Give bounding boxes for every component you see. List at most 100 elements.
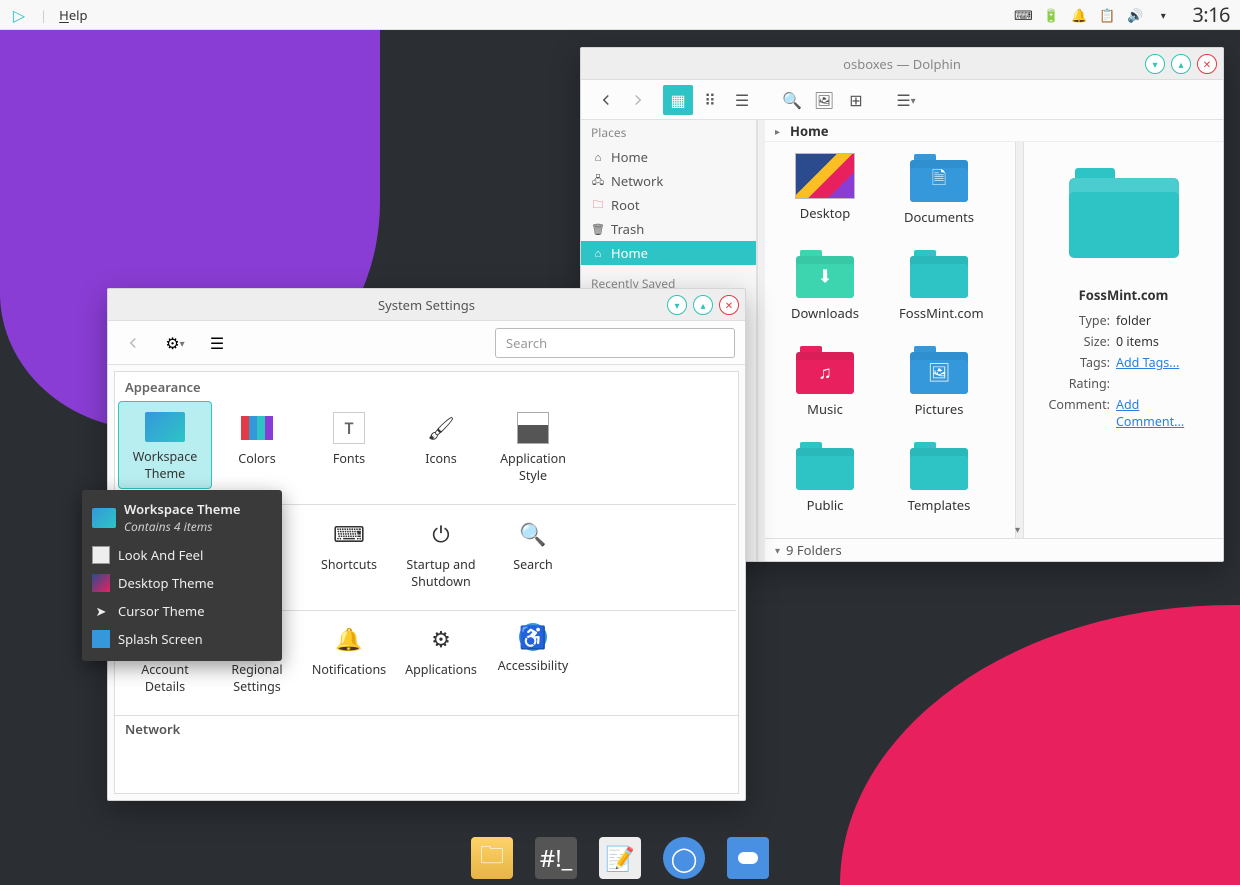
places-header: Places bbox=[581, 120, 756, 145]
workspace-theme-item[interactable]: Workspace Theme bbox=[119, 402, 211, 488]
info-panel: FossMint.com Type: folder Size: 0 items … bbox=[1023, 142, 1223, 538]
sidebar-item-trash[interactable]: 🗑Trash bbox=[581, 217, 756, 241]
sidebar-item-home-selected[interactable]: ⌂Home bbox=[581, 241, 756, 265]
file-icon-view[interactable]: Desktop 🗎 Documents ⬇ Downloads bbox=[765, 142, 1015, 538]
dolphin-statusbar: ▾ 9 Folders bbox=[765, 538, 1223, 561]
lookfeel-icon bbox=[92, 546, 110, 564]
tooltip-item-lookfeel[interactable]: Look And Feel bbox=[82, 541, 282, 569]
back-button[interactable] bbox=[118, 328, 148, 358]
trash-icon: 🗑 bbox=[591, 222, 605, 236]
view-icons-button[interactable]: ▦ bbox=[663, 85, 693, 115]
minimize-button[interactable]: ▾ bbox=[667, 295, 687, 315]
info-comment-label: Comment: bbox=[1040, 396, 1110, 430]
folder-templates[interactable]: Templates bbox=[899, 442, 979, 514]
info-size-value: 0 items bbox=[1116, 333, 1207, 350]
tooltip-item-splash[interactable]: Splash Screen bbox=[82, 625, 282, 653]
shortcuts-icon: ⌨ bbox=[333, 518, 365, 550]
colors-item[interactable]: Colors bbox=[211, 402, 303, 488]
sidebar-item-home[interactable]: ⌂Home bbox=[581, 145, 756, 169]
apps-icon: ⚙ bbox=[425, 623, 457, 655]
appstyle-item[interactable]: Application Style bbox=[487, 402, 579, 488]
desktop-theme-icon bbox=[92, 574, 110, 592]
config-button[interactable]: ⚙▾ bbox=[160, 328, 190, 358]
split-button[interactable]: ⊞ bbox=[841, 85, 871, 115]
folder-icon: ⬇ bbox=[796, 250, 854, 298]
tooltip-item-desktop-theme[interactable]: Desktop Theme bbox=[82, 569, 282, 597]
splash-icon bbox=[92, 630, 110, 648]
icons-item[interactable]: 🖌 Icons bbox=[395, 402, 487, 488]
help-menu[interactable]: Help bbox=[59, 6, 87, 24]
minimize-button[interactable]: ▾ bbox=[1145, 54, 1165, 74]
info-size-label: Size: bbox=[1040, 333, 1110, 350]
view-compact-button[interactable]: ⠿ bbox=[695, 85, 725, 115]
top-panel: ▷ | Help ⌨ 🔋 🔔 📋 🔊 ▾ 3:16 bbox=[0, 0, 1240, 30]
search-button[interactable]: 🔍 bbox=[777, 85, 807, 115]
appstyle-icon bbox=[517, 412, 549, 444]
folder-icon: 🗎 bbox=[910, 154, 968, 202]
notifications-item[interactable]: 🔔 Notifications bbox=[303, 613, 395, 699]
maximize-button[interactable]: ▴ bbox=[1171, 54, 1191, 74]
workspace-theme-tooltip: Workspace Theme Contains 4 items Look An… bbox=[82, 490, 282, 661]
close-button[interactable]: ✕ bbox=[1197, 54, 1217, 74]
notifications-icon[interactable]: 🔔 bbox=[1070, 6, 1088, 24]
folder-documents[interactable]: 🗎 Documents bbox=[899, 154, 979, 226]
menu-button[interactable]: ☰▾ bbox=[891, 85, 921, 115]
dolphin-toolbar: ▦ ⠿ ☰ 🔍 🖼 ⊞ ☰▾ bbox=[581, 80, 1223, 120]
settings-titlebar[interactable]: System Settings ▾ ▴ ✕ bbox=[108, 289, 745, 321]
menu-button[interactable]: ☰ bbox=[202, 328, 232, 358]
dock-files[interactable]: 🗀 bbox=[471, 837, 513, 879]
view-details-button[interactable]: ☰ bbox=[727, 85, 757, 115]
info-title: FossMint.com bbox=[1079, 286, 1169, 304]
folder-desktop[interactable]: Desktop bbox=[785, 154, 865, 226]
sidebar-item-network[interactable]: 🖧Network bbox=[581, 169, 756, 193]
a11y-item[interactable]: ♿ Accessibility bbox=[487, 613, 579, 699]
dock-kate[interactable]: 📝 bbox=[599, 837, 641, 879]
dock-browser[interactable]: ◯ bbox=[663, 837, 705, 879]
folder-icon bbox=[910, 250, 968, 298]
folder-downloads[interactable]: ⬇ Downloads bbox=[785, 250, 865, 322]
dock: 🗀 #!_ 📝 ◯ bbox=[471, 837, 769, 885]
folder-public[interactable]: Public bbox=[785, 442, 865, 514]
folder-pictures[interactable]: 🖼 Pictures bbox=[899, 346, 979, 418]
folder-icon: ♫ bbox=[796, 346, 854, 394]
home-icon: ⌂ bbox=[591, 246, 605, 260]
close-button[interactable]: ✕ bbox=[719, 295, 739, 315]
dock-settings[interactable] bbox=[727, 837, 769, 879]
accessibility-icon: ♿ bbox=[519, 623, 547, 651]
clock[interactable]: 3:16 bbox=[1192, 1, 1230, 28]
tray-expand-icon[interactable]: ▾ bbox=[1154, 6, 1172, 24]
folder-fossmint[interactable]: FossMint.com bbox=[899, 250, 979, 322]
sidebar-item-root[interactable]: 🗀Root bbox=[581, 193, 756, 217]
folder-icon bbox=[910, 442, 968, 490]
icons-icon: 🖌 bbox=[425, 412, 457, 444]
fonts-icon: T bbox=[333, 412, 365, 444]
info-rating-value[interactable] bbox=[1116, 375, 1207, 392]
breadcrumb[interactable]: ▸ Home bbox=[765, 120, 1223, 142]
search-item[interactable]: 🔍 Search bbox=[487, 508, 579, 594]
add-comment-link[interactable]: Add Comment... bbox=[1116, 396, 1207, 430]
dock-terminal[interactable]: #!_ bbox=[535, 837, 577, 879]
search-input[interactable]: Search bbox=[495, 328, 735, 358]
preview-button[interactable]: 🖼 bbox=[809, 85, 839, 115]
app-launcher-icon[interactable]: ▷ bbox=[10, 6, 28, 24]
dolphin-titlebar[interactable]: osboxes — Dolphin ▾ ▴ ✕ bbox=[581, 48, 1223, 80]
add-tags-link[interactable]: Add Tags... bbox=[1116, 354, 1207, 371]
battery-icon[interactable]: 🔋 bbox=[1042, 6, 1060, 24]
file-scrollbar[interactable]: ▾ bbox=[1015, 142, 1023, 538]
forward-button[interactable] bbox=[623, 85, 653, 115]
appearance-header: Appearance bbox=[115, 372, 738, 400]
maximize-button[interactable]: ▴ bbox=[693, 295, 713, 315]
startup-item[interactable]: ⏻ Startup and Shutdown bbox=[395, 508, 487, 594]
tooltip-item-cursor[interactable]: ➤Cursor Theme bbox=[82, 597, 282, 625]
shortcuts-item[interactable]: ⌨ Shortcuts bbox=[303, 508, 395, 594]
info-type-value: folder bbox=[1116, 312, 1207, 329]
back-button[interactable] bbox=[591, 85, 621, 115]
clipboard-icon[interactable]: 📋 bbox=[1098, 6, 1116, 24]
fonts-item[interactable]: T Fonts bbox=[303, 402, 395, 488]
sidebar-scrollbar[interactable] bbox=[757, 120, 765, 561]
apps-item[interactable]: ⚙ Applications bbox=[395, 613, 487, 699]
folder-music[interactable]: ♫ Music bbox=[785, 346, 865, 418]
breadcrumb-arrow-icon: ▸ bbox=[775, 124, 780, 138]
volume-icon[interactable]: 🔊 bbox=[1126, 6, 1144, 24]
keyboard-icon[interactable]: ⌨ bbox=[1014, 6, 1032, 24]
